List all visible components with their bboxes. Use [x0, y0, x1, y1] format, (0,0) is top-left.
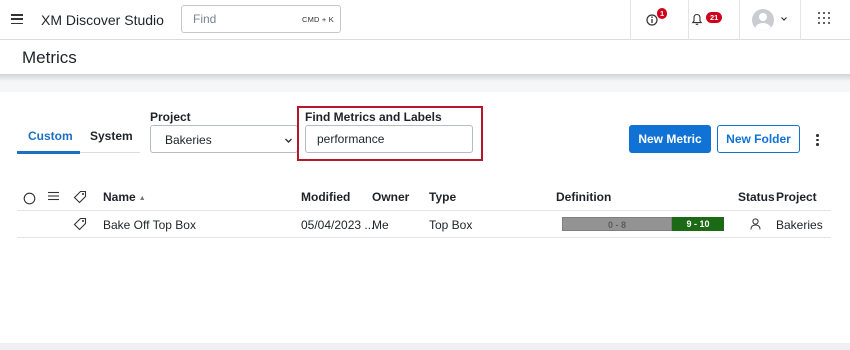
column-header-modified[interactable]: Modified — [301, 190, 350, 204]
global-find[interactable]: CMD + K — [181, 5, 341, 33]
tab-custom[interactable]: Custom — [28, 129, 73, 143]
row-owner: Me — [372, 218, 389, 232]
search-metrics-label: Find Metrics and Labels — [305, 110, 442, 124]
app-grid-icon[interactable] — [818, 12, 832, 26]
search-metrics-field[interactable] — [305, 125, 473, 153]
search-metrics-input[interactable] — [317, 132, 467, 146]
notifications-badge: 21 — [706, 12, 723, 23]
row-modified: 05/04/2023 ... — [301, 218, 375, 232]
new-folder-button[interactable]: New Folder — [717, 125, 800, 153]
new-metric-button[interactable]: New Metric — [629, 125, 711, 153]
column-header-type[interactable]: Type — [429, 190, 456, 204]
tag-icon[interactable] — [73, 190, 87, 204]
project-select-value: Bakeries — [165, 133, 212, 147]
column-header-owner[interactable]: Owner — [372, 190, 409, 204]
chevron-down-icon — [285, 138, 292, 143]
page-footer-band — [0, 343, 850, 350]
project-select[interactable]: Bakeries — [150, 125, 298, 153]
project-label: Project — [150, 110, 191, 124]
list-icon[interactable] — [48, 191, 59, 201]
chevron-down-icon[interactable] — [780, 15, 788, 23]
divider — [800, 0, 801, 40]
notifications-button[interactable]: 21 — [689, 0, 739, 40]
table-divider — [17, 237, 831, 238]
tab-system[interactable]: System — [90, 129, 133, 143]
sort-icon: ▲ — [138, 195, 146, 202]
find-shortcut-hint: CMD + K — [301, 15, 334, 24]
tag-icon — [73, 217, 87, 231]
alerts-button[interactable]: 1 — [631, 0, 688, 40]
definition-low-segment: 0 - 8 — [562, 217, 672, 231]
avatar[interactable] — [752, 9, 774, 31]
row-type: Top Box — [429, 218, 473, 232]
row-name[interactable]: Bake Off Top Box — [103, 218, 196, 232]
info-alert-icon — [646, 14, 658, 26]
column-header-project[interactable]: Project — [776, 190, 817, 204]
definition-high-segment: 9 - 10 — [672, 217, 724, 231]
table-divider — [17, 210, 831, 211]
bell-icon — [691, 13, 703, 25]
kebab-icon[interactable] — [816, 134, 820, 147]
column-header-definition[interactable]: Definition — [556, 190, 611, 204]
top-bar: XM Discover Studio CMD + K 1 21 — [0, 0, 850, 40]
column-header-label: Name — [103, 190, 136, 204]
tab-active-indicator — [17, 151, 80, 154]
divider — [739, 0, 740, 40]
global-find-input[interactable] — [193, 12, 293, 26]
row-project: Bakeries — [776, 218, 823, 232]
page-title: Metrics — [22, 48, 77, 67]
app-title: XM Discover Studio — [41, 12, 164, 28]
column-header-name[interactable]: Name ▲ — [103, 190, 146, 204]
hamburger-icon[interactable] — [11, 14, 23, 25]
alerts-badge: 1 — [657, 8, 668, 19]
user-icon — [750, 218, 761, 230]
column-header-status[interactable]: Status — [738, 190, 775, 204]
definition-bar: 0 - 8 9 - 10 — [562, 217, 724, 231]
title-divider — [0, 74, 850, 92]
radio-icon[interactable] — [23, 192, 36, 205]
